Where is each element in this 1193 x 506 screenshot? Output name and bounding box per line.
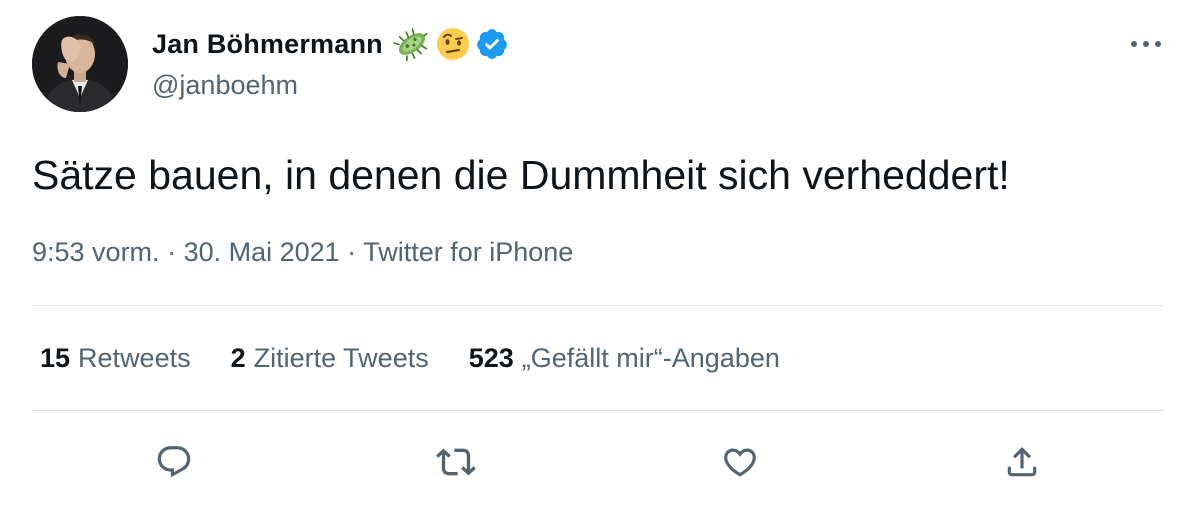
tweet-source[interactable]: Twitter for iPhone [363,237,573,267]
likes-count: 523 [468,343,514,373]
retweets-label: Retweets [78,343,191,373]
retweets-stat[interactable]: 15 Retweets [40,343,191,374]
quote-tweets-count: 2 [230,343,246,373]
reply-button[interactable] [150,438,198,486]
retweet-icon [436,448,476,476]
tweet-meta: 9:53 vorm. · 30. Mai 2021 · Twitter for … [32,237,573,268]
tweet-date[interactable]: 30. Mai 2021 [184,237,340,267]
tweet-actions [0,438,1193,486]
microbe-emoji-icon [393,27,431,61]
share-icon [1007,447,1037,477]
divider [32,305,1164,306]
divider [32,410,1164,411]
share-button[interactable] [998,438,1046,486]
tweet-detail: Jan Böhmermann @janboehm Sätze bauen, in… [0,0,1193,506]
retweet-button[interactable] [432,438,480,486]
retweets-count: 15 [40,343,71,373]
display-name[interactable]: Jan Böhmermann [152,29,383,60]
meta-separator: · [339,237,364,267]
likes-label: „Gefällt mir“-Angaben [521,343,780,373]
quote-tweets-stat[interactable]: 2 Zitierte Tweets [231,343,429,374]
author-name-row: Jan Böhmermann [152,24,509,64]
face-with-raised-eyebrow-emoji-icon [435,26,471,62]
name-badges [393,26,509,62]
tweet-time[interactable]: 9:53 vorm. [32,237,160,267]
tweet-stats: 15 Retweets 2 Zitierte Tweets 523 „Gefäl… [40,343,820,374]
verified-badge-icon[interactable] [475,27,509,61]
like-icon [724,448,756,477]
quote-tweets-label: Zitierte Tweets [253,343,429,373]
author-handle[interactable]: @janboehm [152,70,298,101]
like-button[interactable] [716,438,764,486]
likes-stat[interactable]: 523 „Gefällt mir“-Angaben [469,343,780,374]
reply-icon [157,446,191,478]
more-options-button[interactable] [1128,30,1164,58]
tweet-text: Sätze bauen, in denen die Dummheit sich … [32,152,1010,198]
meta-separator: · [159,237,184,267]
more-dots-icon [1131,41,1161,47]
avatar[interactable] [32,16,128,112]
